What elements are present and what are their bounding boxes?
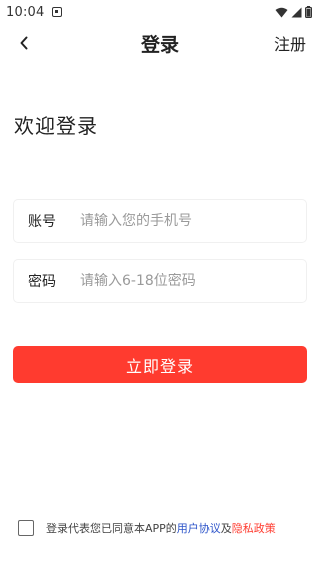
battery-icon	[305, 6, 312, 18]
status-right	[275, 6, 312, 18]
agreement-prefix: 登录代表您已同意本APP的	[46, 522, 177, 535]
password-input[interactable]	[80, 273, 306, 289]
agreement-row: 登录代表您已同意本APP的 用户协议 及 隐私政策	[18, 520, 276, 536]
password-field: 密码	[13, 259, 307, 303]
privacy-policy-link[interactable]: 隐私政策	[232, 520, 276, 536]
page-title: 登录	[140, 33, 179, 56]
agreement-conjunction: 及	[220, 522, 232, 535]
wifi-icon	[275, 7, 288, 17]
status-time: 10:04	[6, 4, 45, 20]
back-button[interactable]	[12, 30, 36, 56]
login-button[interactable]: 立即登录	[13, 346, 307, 383]
account-field: 账号	[13, 199, 307, 243]
register-link[interactable]: 注册	[274, 31, 306, 55]
status-left: 10:04	[6, 4, 63, 20]
header-bar: 登录 注册	[0, 26, 320, 60]
notification-icon	[52, 7, 63, 17]
password-label: 密码	[28, 274, 56, 290]
login-screen: 10:04 登录 注册 欢迎登录 账号 请输入您的手机号 密码 立即登录 登录代…	[0, 0, 320, 568]
agree-checkbox[interactable]	[18, 520, 34, 536]
welcome-heading: 欢迎登录	[14, 114, 98, 138]
back-chevron-icon	[20, 36, 28, 50]
signal-icon	[291, 7, 302, 17]
status-bar: 10:04	[0, 0, 320, 24]
user-agreement-link[interactable]: 用户协议	[177, 520, 221, 536]
phone-input[interactable]	[80, 213, 306, 229]
account-label: 账号	[28, 214, 56, 230]
